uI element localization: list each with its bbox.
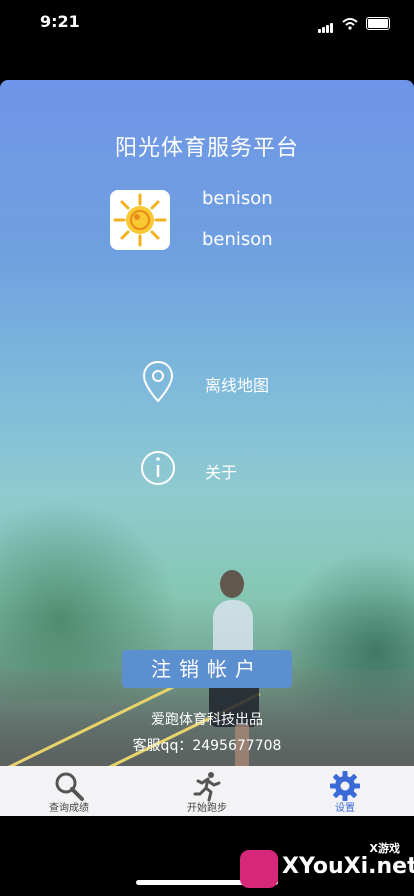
signal-icon xyxy=(318,14,334,33)
status-time: 9:21 xyxy=(40,12,80,31)
runner-head xyxy=(220,570,244,598)
running-icon xyxy=(193,772,221,802)
wifi-icon xyxy=(342,17,358,30)
username-secondary: benison xyxy=(202,229,273,250)
tab-bar: 查询成绩 开始跑步 设置 xyxy=(0,766,414,816)
tab-settings[interactable]: 设置 xyxy=(276,766,414,816)
gear-icon xyxy=(330,771,360,801)
location-pin-icon xyxy=(142,360,174,403)
watermark-brand: XYouXi.net xyxy=(282,854,414,879)
tab-label: 设置 xyxy=(335,803,355,814)
menu-item-offline-map[interactable]: 离线地图 xyxy=(0,360,414,410)
watermark: X游戏 XYouXi.net xyxy=(238,840,414,896)
menu-item-label: 关于 xyxy=(205,463,238,482)
search-icon xyxy=(55,772,84,801)
battery-icon xyxy=(366,17,390,30)
footer-support-qq: 客服qq：2495677708 xyxy=(132,738,282,754)
info-icon xyxy=(141,451,175,485)
menu-item-about[interactable]: 关于 xyxy=(0,447,414,497)
avatar[interactable] xyxy=(110,190,170,250)
menu-item-label: 离线地图 xyxy=(205,376,270,395)
tab-label: 开始跑步 xyxy=(187,803,227,814)
tab-label: 查询成绩 xyxy=(49,803,89,814)
tab-start-run[interactable]: 开始跑步 xyxy=(138,766,276,816)
page-title: 阳光体育服务平台 xyxy=(114,136,299,161)
status-icons xyxy=(318,14,390,33)
status-bar: 9:21 xyxy=(0,0,414,44)
sun-logo-icon xyxy=(113,193,167,247)
tab-query-scores[interactable]: 查询成绩 xyxy=(0,766,138,816)
footer-credit: 爱跑体育科技出品 xyxy=(151,712,263,728)
logout-button[interactable]: 注销帐户 xyxy=(122,650,292,688)
gamepad-logo-icon xyxy=(240,850,278,888)
username-primary: benison xyxy=(202,188,273,209)
